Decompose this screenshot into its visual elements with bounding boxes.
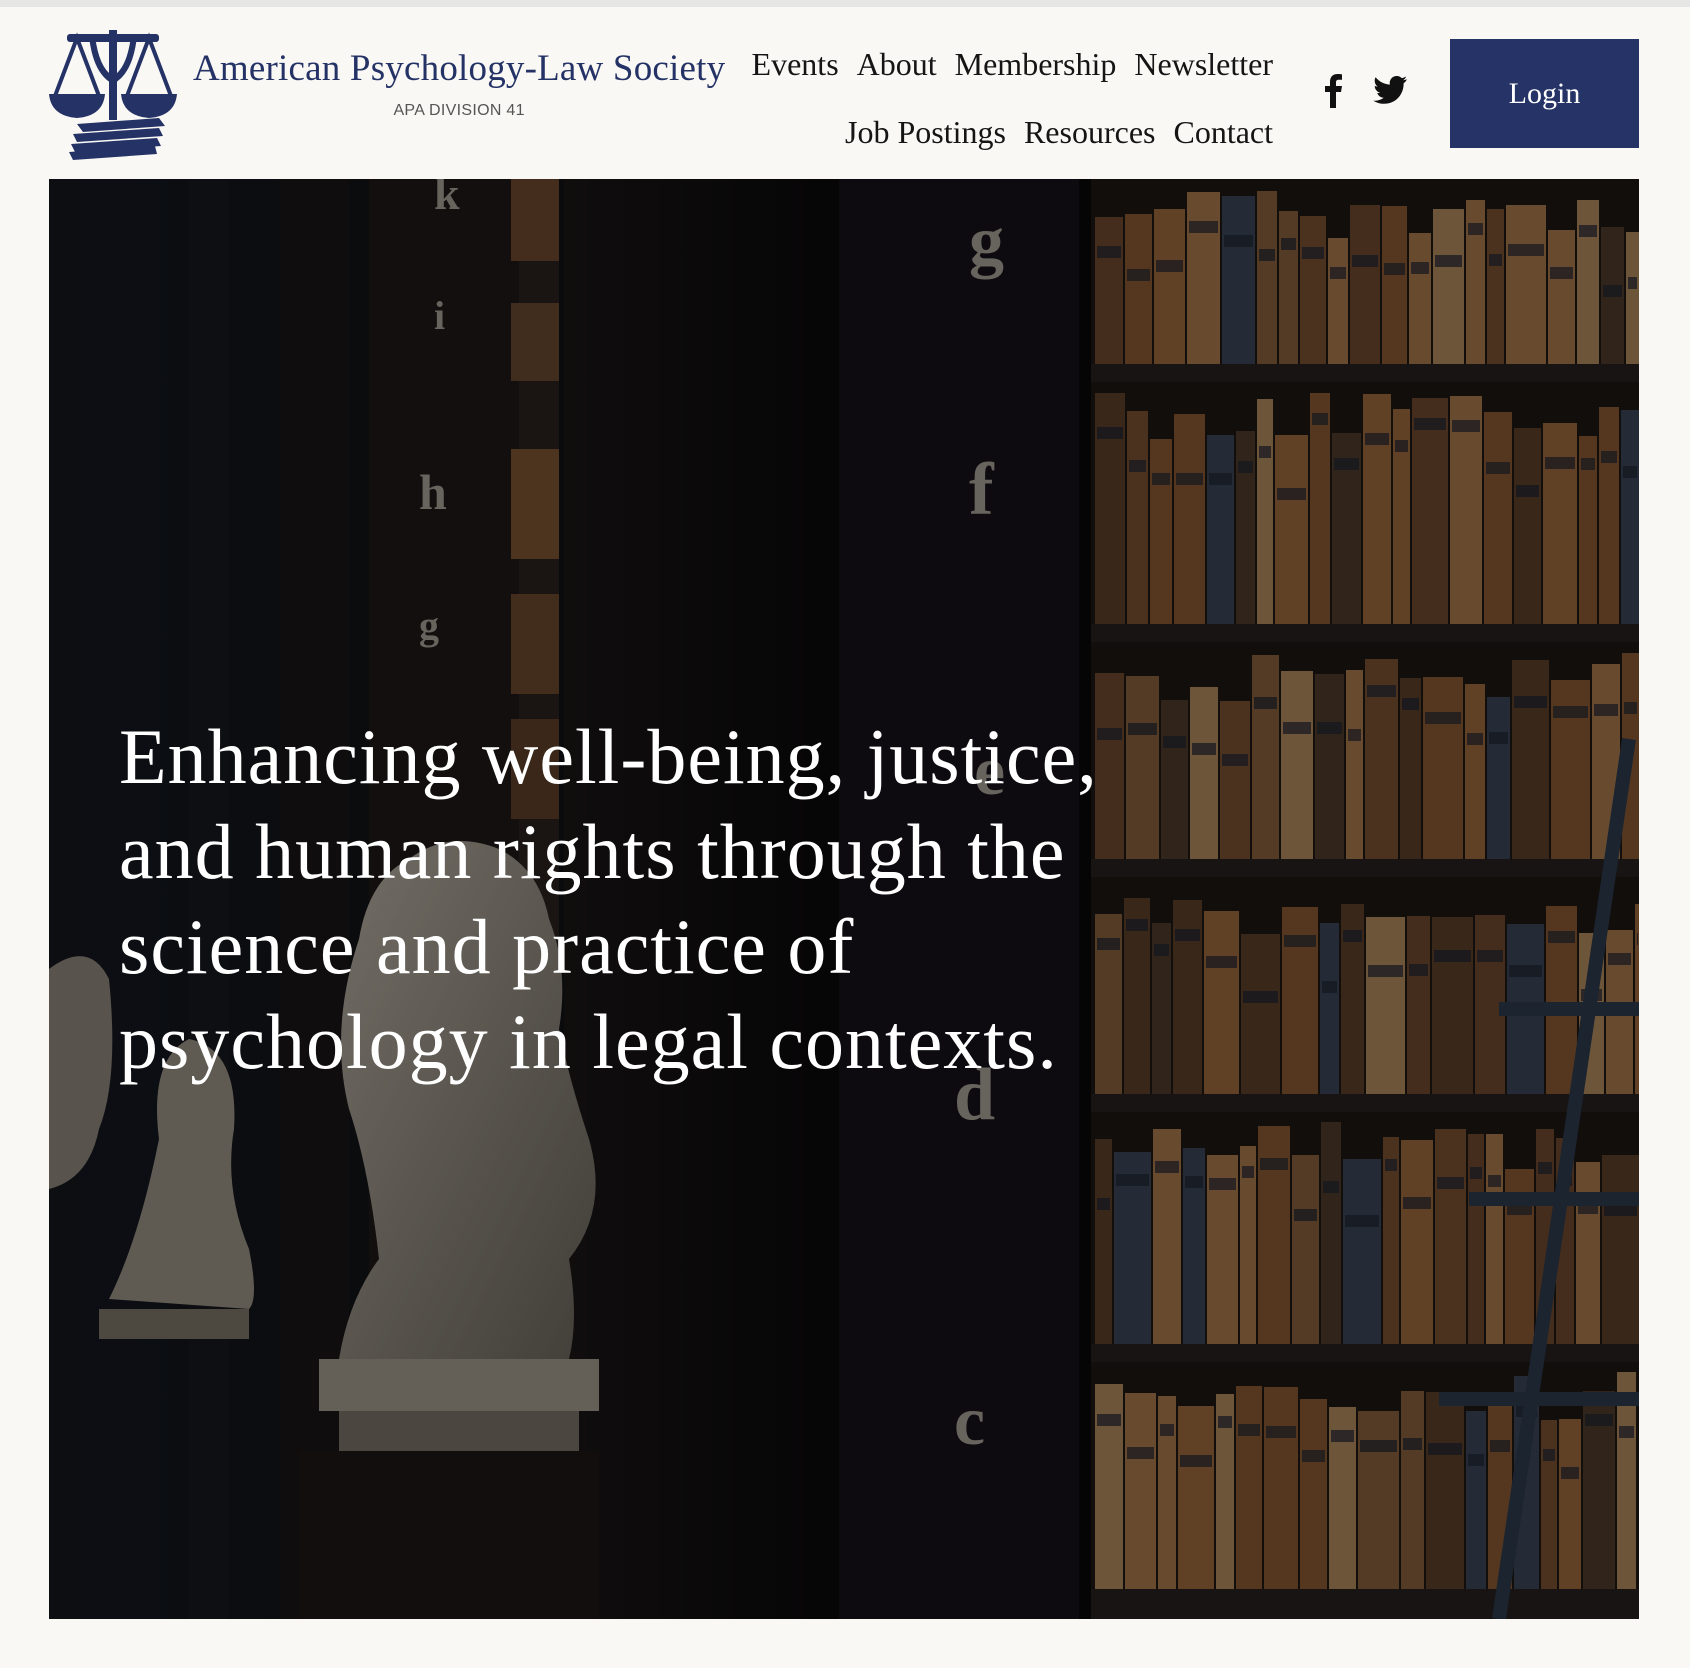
- nav-link-contact[interactable]: Contact: [1173, 114, 1273, 151]
- nav-link-about[interactable]: About: [857, 46, 937, 83]
- hero-heading: Enhancing well-being, justice, and human…: [119, 713, 1098, 1085]
- site-subtitle: APA DIVISION 41: [393, 101, 525, 119]
- logo-text: American Psychology-Law Society APA DIVI…: [193, 48, 725, 120]
- facebook-icon[interactable]: [1316, 72, 1352, 108]
- hero-banner: kihggfedc Enhancing well-being, justice,…: [49, 179, 1639, 1619]
- social-links: [1316, 72, 1408, 108]
- nav-row-2: Job Postings Resources Contact: [827, 98, 1273, 166]
- login-button[interactable]: Login: [1450, 39, 1639, 148]
- site-title: American Psychology-Law Society: [193, 47, 726, 89]
- nav-row-1: Events About Membership Newsletter: [734, 30, 1273, 98]
- main-nav: Events About Membership Newsletter Job P…: [673, 30, 1273, 166]
- nav-link-resources[interactable]: Resources: [1024, 114, 1156, 151]
- top-border: [0, 0, 1690, 7]
- nav-link-newsletter[interactable]: Newsletter: [1134, 46, 1273, 83]
- nav-link-events[interactable]: Events: [752, 46, 839, 83]
- scales-of-justice-logo-icon: [49, 30, 177, 160]
- nav-link-membership[interactable]: Membership: [955, 46, 1117, 83]
- twitter-icon[interactable]: [1372, 72, 1408, 108]
- site-logo[interactable]: American Psychology-Law Society APA DIVI…: [47, 26, 725, 160]
- nav-link-job-postings[interactable]: Job Postings: [845, 114, 1006, 151]
